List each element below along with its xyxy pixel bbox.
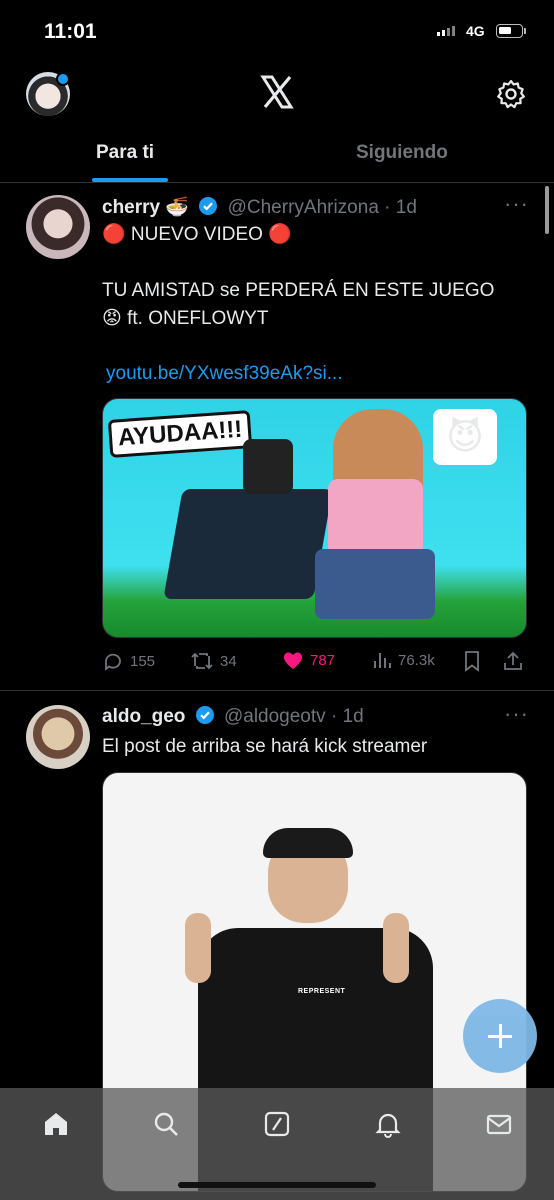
author-handle[interactable]: @CherryAhrizona — [228, 197, 379, 218]
thumbnail-block-figure — [163, 489, 333, 599]
verified-badge-icon — [199, 197, 218, 215]
views-chart-icon — [374, 653, 391, 668]
feed-tabs: Para ti Siguiendo — [0, 128, 554, 183]
home-indicator[interactable] — [178, 1182, 376, 1188]
post-text-line: 😡 ft. ONEFLOWYT — [102, 308, 269, 329]
more-options-icon[interactable]: ··· — [504, 701, 529, 727]
battery-icon — [496, 24, 523, 38]
thumbnail-girl-shirt — [328, 479, 423, 559]
photo-person-right-hand — [383, 913, 409, 983]
signal-icon — [437, 26, 455, 36]
repost-count: 34 — [220, 652, 237, 670]
share-icon[interactable] — [502, 650, 524, 672]
author-avatar[interactable] — [26, 195, 90, 259]
messages-mail-icon[interactable] — [485, 1110, 513, 1138]
notifications-bell-icon[interactable] — [374, 1110, 402, 1138]
reply-icon — [105, 653, 121, 671]
post-time: · 1d — [384, 197, 417, 218]
profile-avatar-button[interactable] — [26, 72, 70, 116]
photo-person-left-hand — [185, 913, 211, 983]
thumbnail-caption: AYUDAA!!! — [107, 410, 253, 458]
post-link[interactable]: youtu.be/YXwesf39eAk?si... — [106, 360, 343, 388]
author-handle[interactable]: @aldogeotv — [224, 706, 326, 727]
like-button[interactable]: 787 — [282, 650, 335, 670]
tab-para-ti[interactable]: Para ti — [96, 142, 154, 164]
post-text-line: TU AMISTAD se PERDERÁ EN ESTE JUEGO — [102, 280, 495, 301]
x-logo-icon[interactable] — [259, 74, 295, 110]
search-icon[interactable] — [152, 1110, 180, 1138]
post-time: · 1d — [330, 706, 364, 727]
reply-count: 155 — [130, 652, 156, 670]
devil-emoji-icon: 😈 — [433, 409, 497, 465]
post-actions: 155 34 787 76.3k — [102, 650, 527, 674]
like-count: 787 — [310, 651, 336, 669]
more-options-icon[interactable]: ··· — [504, 191, 529, 217]
compose-post-button[interactable] — [463, 999, 537, 1073]
status-bar: 11:01 4G — [0, 0, 554, 62]
thumbnail-character — [243, 439, 293, 494]
reply-button[interactable]: 155 — [102, 650, 155, 672]
shirt-print: REPRESENT — [298, 988, 346, 995]
status-time: 11:01 — [44, 20, 97, 43]
active-tab-indicator — [92, 178, 168, 182]
repost-icon — [191, 652, 213, 670]
views-button[interactable]: 76.3k — [372, 650, 435, 670]
post-media-thumbnail[interactable]: AYUDAA!!! 😈 — [102, 398, 527, 638]
post-text: El post de arriba se hará kick streamer — [102, 736, 428, 757]
repost-button[interactable]: 34 — [190, 650, 237, 672]
thumbnail-girl-jeans — [315, 549, 435, 619]
author-avatar[interactable] — [26, 705, 90, 769]
post-text-line: 🔴 NUEVO VIDEO 🔴 — [102, 224, 292, 245]
top-bar — [0, 62, 554, 128]
bookmark-icon[interactable] — [463, 650, 481, 672]
network-type: 4G — [466, 23, 485, 39]
photo-person-cap — [263, 828, 353, 858]
post-cherry[interactable]: cherry 🍜 @CherryAhrizona · 1d ··· 🔴 NUEV… — [0, 183, 554, 690]
author-name[interactable]: cherry 🍜 — [102, 197, 189, 218]
tab-siguiendo[interactable]: Siguiendo — [356, 142, 448, 164]
notification-dot — [56, 72, 70, 86]
verified-badge-icon — [195, 706, 214, 724]
grok-icon[interactable] — [263, 1110, 291, 1138]
view-count: 76.3k — [398, 651, 435, 669]
heart-filled-icon — [283, 652, 303, 669]
home-icon[interactable] — [42, 1110, 70, 1138]
author-name[interactable]: aldo_geo — [102, 706, 185, 727]
gear-icon[interactable] — [495, 78, 527, 110]
